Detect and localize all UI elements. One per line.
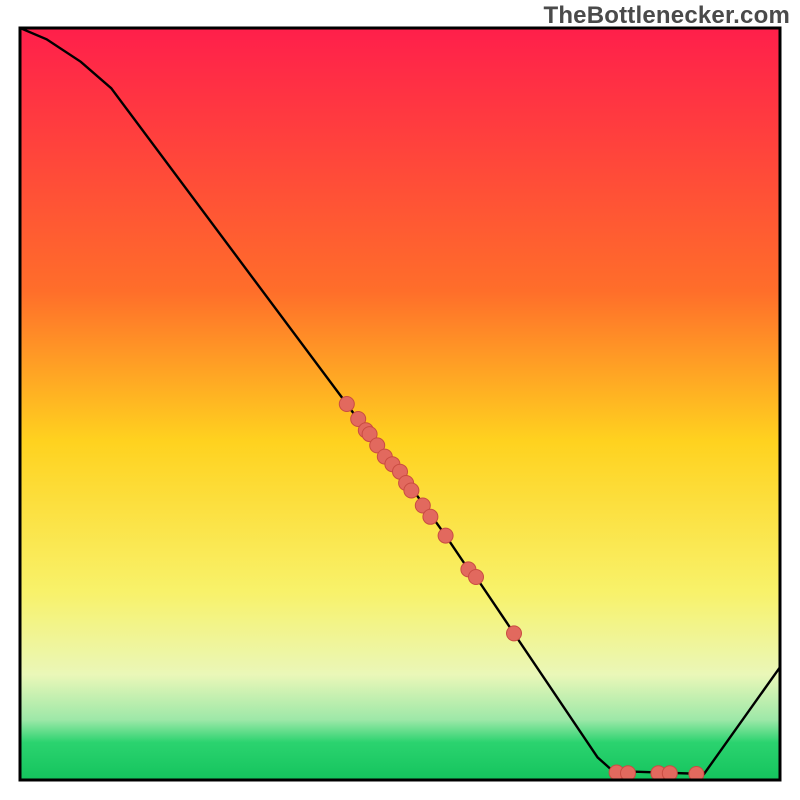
data-point: [339, 397, 354, 412]
data-point: [404, 483, 419, 498]
gradient-background: [20, 28, 780, 780]
data-point: [662, 766, 677, 781]
data-point: [621, 766, 636, 781]
data-point: [423, 509, 438, 524]
data-point: [438, 528, 453, 543]
data-point: [507, 626, 522, 641]
bottleneck-chart: [0, 0, 800, 800]
data-point: [469, 570, 484, 585]
watermark-text: TheBottlenecker.com: [543, 2, 790, 30]
